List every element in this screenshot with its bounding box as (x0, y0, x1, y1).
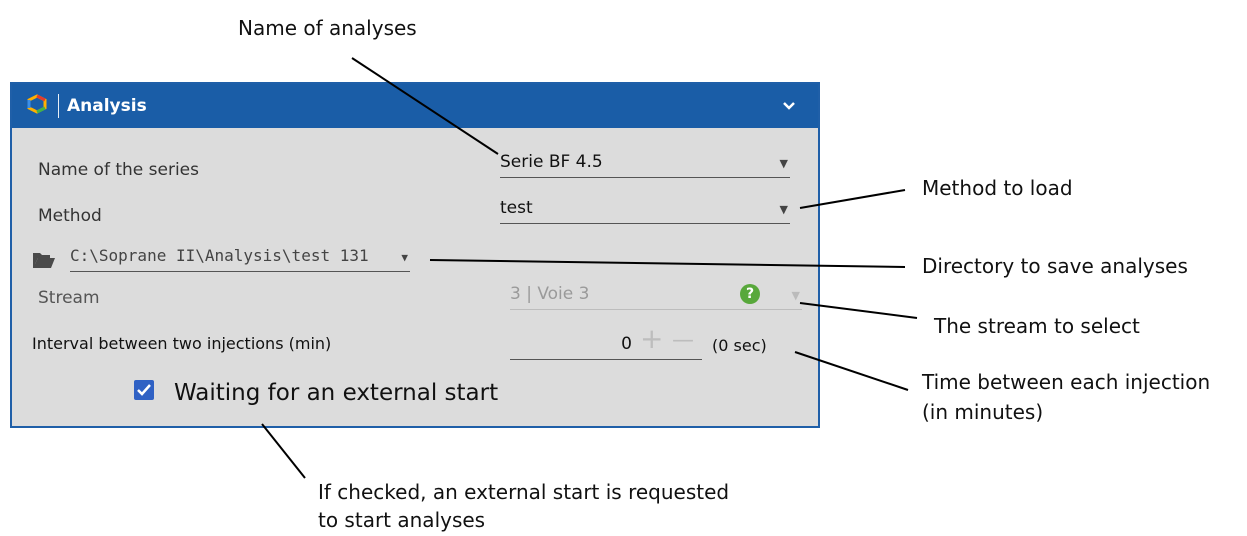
analysis-panel: Analysis Name of the series Serie BF 4.5… (10, 82, 820, 428)
app-logo-icon (27, 94, 47, 114)
plus-icon[interactable]: + (640, 324, 663, 354)
method-value: test (500, 198, 533, 218)
stream-dropdown[interactable]: 3 | Voie 3 ? ▼ (510, 280, 802, 310)
callout-method-to-load: Method to load (922, 176, 1073, 200)
callout-directory: Directory to save analyses (922, 254, 1188, 278)
external-start-checkbox[interactable] (134, 380, 154, 400)
series-value: Serie BF 4.5 (500, 152, 603, 172)
panel-header: Analysis (12, 84, 818, 128)
series-label: Name of the series (38, 160, 199, 180)
caret-down-icon: ▼ (779, 157, 788, 170)
stream-value: 3 | Voie 3 (510, 284, 590, 304)
directory-value: C:\Soprane II\Analysis\test 131 (70, 246, 369, 265)
caret-down-icon: ▼ (779, 203, 788, 216)
leader-external (261, 423, 306, 479)
external-start-label: Waiting for an external start (174, 380, 499, 406)
interval-label: Interval between two injections (min) (32, 334, 332, 353)
method-label: Method (38, 206, 102, 226)
method-dropdown[interactable]: test ▼ (500, 194, 790, 224)
chevron-down-icon[interactable] (778, 95, 800, 117)
interval-value: 0 (621, 334, 632, 354)
panel-title: Analysis (67, 96, 147, 116)
stream-label: Stream (38, 288, 100, 308)
minus-icon[interactable]: — (672, 326, 694, 356)
header-divider (58, 94, 59, 118)
interval-seconds: (0 sec) (712, 336, 767, 355)
callout-name-of-analyses: Name of analyses (238, 16, 417, 40)
folder-icon[interactable] (32, 250, 56, 270)
caret-down-icon: ▼ (791, 289, 800, 302)
series-dropdown[interactable]: Serie BF 4.5 ▼ (500, 148, 790, 178)
help-icon[interactable]: ? (740, 284, 760, 304)
checkbox-checked-icon (137, 384, 151, 396)
callout-external-line1: If checked, an external start is request… (318, 480, 730, 504)
callout-time-line2: (in minutes) (922, 400, 1044, 424)
callout-stream: The stream to select (934, 314, 1140, 338)
callout-external-line2: to start analyses (318, 508, 486, 532)
caret-down-icon: ▼ (401, 251, 408, 264)
callout-time-line1: Time between each injection (922, 370, 1211, 394)
directory-dropdown[interactable]: C:\Soprane II\Analysis\test 131 ▼ (70, 242, 410, 272)
